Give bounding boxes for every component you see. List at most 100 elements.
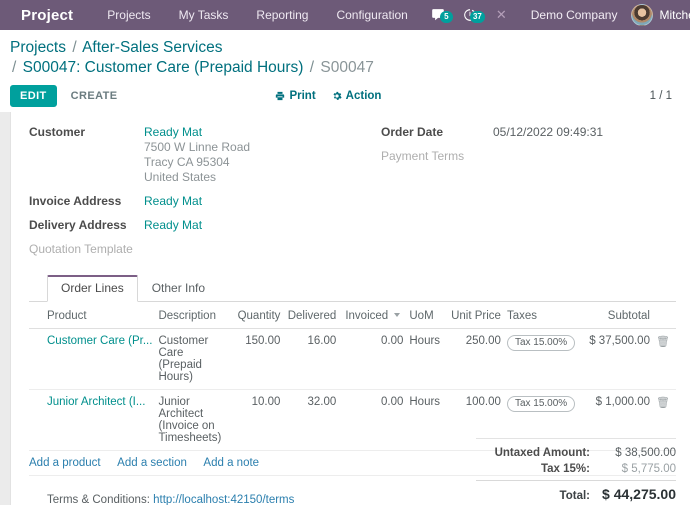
totals-row-total: Total: $ 44,275.00 [476,480,676,504]
column-header-quantity[interactable]: Quantity [233,304,287,329]
cell-delete[interactable]: 🗑 [655,328,676,390]
cell-taxes[interactable]: Tax 15.00% [506,328,586,390]
field-label-invoice-address: Invoice Address [29,194,122,208]
menu-item-projects[interactable]: Projects [93,0,164,30]
close-x-icon[interactable]: ✕ [486,7,517,23]
breadcrumb-item-order[interactable]: S00047: Customer Care (Prepaid Hours) [23,59,304,76]
tax-badge: Tax 15.00% [506,396,576,412]
cell-quantity[interactable]: 150.00 [233,328,287,390]
apps-grid-icon[interactable] [8,7,11,23]
field-value-order-date[interactable]: 05/12/2022 09:49:31 [493,124,603,140]
top-navbar: Project Projects My Tasks Reporting Conf… [0,0,690,30]
cell-product-link[interactable]: Junior Architect (I... [47,396,152,408]
totals-label-tax: Tax 15%: [540,463,590,475]
breadcrumb-line-2: / S00047: Customer Care (Prepaid Hours) … [10,58,680,77]
field-value-customer[interactable]: Ready Mat [144,124,250,140]
cell-invoiced[interactable]: 0.00 [342,328,410,390]
column-header-uom[interactable]: UoM [409,304,449,329]
cell-quantity[interactable]: 10.00 [233,389,287,451]
totals-value-untaxed: $ 38,500.00 [615,447,676,459]
trash-icon[interactable]: 🗑 [656,335,670,348]
form-left-column: Customer Ready Mat 7500 W Linne Road Tra… [29,124,369,265]
cell-subtotal: $ 37,500.00 [585,328,656,390]
field-label-customer: Customer [29,125,86,139]
column-header-unit-price[interactable]: Unit Price [448,304,507,329]
pager[interactable]: 1 / 1 [650,90,680,102]
add-a-section-link[interactable]: Add a section [117,457,187,469]
column-header-actions [655,304,676,329]
breadcrumb-item-after-sales-services[interactable]: After-Sales Services [82,39,222,56]
user-menu[interactable]: Mitche [631,4,690,26]
cell-unit-price[interactable]: 250.00 [448,328,507,390]
sheet-background: Customer Ready Mat 7500 W Linne Road Tra… [0,112,690,505]
edit-button[interactable]: EDIT [10,85,57,107]
field-order-date: Order Date 05/12/2022 09:49:31 [381,124,676,140]
messages-badge: 5 [439,11,453,23]
trash-icon[interactable]: 🗑 [656,396,670,409]
breadcrumb: Projects / After-Sales Services / S00047… [10,38,680,77]
add-a-note-link[interactable]: Add a note [203,457,259,469]
field-invoice-address: Invoice Address Ready Mat [29,193,369,209]
totals-value-tax: $ 5,775.00 [621,463,676,475]
column-header-product[interactable]: Product [29,304,159,329]
add-a-product-link[interactable]: Add a product [29,457,101,469]
cell-delivered[interactable]: 16.00 [286,328,343,390]
cell-product-link[interactable]: Customer Care (Pr... [47,335,152,347]
chevron-down-icon[interactable] [394,312,401,317]
cell-product[interactable]: Junior Architect (I... [29,389,159,451]
activities-menu[interactable]: 37 [454,8,486,23]
column-header-taxes[interactable]: Taxes [506,304,586,329]
field-value-invoice-address[interactable]: Ready Mat [144,193,202,209]
print-label: Print [289,90,316,102]
field-value-delivery-address[interactable]: Ready Mat [144,217,202,233]
field-delivery-address: Delivery Address Ready Mat [29,217,369,233]
user-avatar [631,4,654,26]
field-value-customer-group: Ready Mat 7500 W Linne Road Tracy CA 953… [144,124,250,185]
odoo-sales-order-page: Project Projects My Tasks Reporting Conf… [0,0,690,505]
form-right-column: Order Date 05/12/2022 09:49:31 Payment T… [369,124,676,265]
totals-block: Untaxed Amount: $ 38,500.00 Tax 15%: $ 5… [476,438,676,504]
cell-product[interactable]: Customer Care (Pr... [29,328,159,390]
company-switcher[interactable]: Demo Company [517,8,632,22]
terms-url-link[interactable]: http://localhost:42150/terms [153,494,294,505]
breadcrumb-item-current: S00047 [320,59,374,76]
control-panel: Projects / After-Sales Services / S00047… [0,30,690,114]
field-customer: Customer Ready Mat 7500 W Linne Road Tra… [29,124,369,185]
cell-delivered[interactable]: 32.00 [286,389,343,451]
table-row[interactable]: Customer Care (Pr... Customer Care (Prep… [29,328,676,390]
totals-value-total: $ 44,275.00 [602,486,676,502]
customer-address-line-1: 7500 W Linne Road [144,140,251,154]
field-label-order-date: Order Date [381,125,444,139]
field-label-quotation-template: Quotation Template [29,242,133,256]
activities-badge: 37 [469,11,485,23]
table-header-row: Product Description Quantity Delivered I… [29,304,676,329]
column-header-delivered[interactable]: Delivered [286,304,343,329]
tab-order-lines[interactable]: Order Lines [47,275,138,302]
action-dropdown[interactable]: Action [332,90,381,102]
cell-invoiced[interactable]: 0.00 [342,389,410,451]
menu-item-configuration[interactable]: Configuration [322,0,421,30]
create-button[interactable]: CREATE [61,85,128,107]
print-dropdown[interactable]: Print [275,90,316,102]
field-payment-terms: Payment Terms [381,148,676,164]
breadcrumb-separator-1: / [72,39,77,56]
menu-item-my-tasks[interactable]: My Tasks [165,0,243,30]
tab-other-info[interactable]: Other Info [138,275,219,302]
customer-address-line-3: United States [144,170,217,184]
menu-item-reporting[interactable]: Reporting [242,0,322,30]
totals-row-tax: Tax 15%: $ 5,775.00 [476,461,676,477]
cell-description[interactable]: Junior Architect (Invoice on Timesheets) [158,389,234,451]
cell-uom[interactable]: Hours [409,328,449,390]
column-header-subtotal[interactable]: Subtotal [585,304,656,329]
breadcrumb-separator-2: / [12,59,17,76]
breadcrumb-item-projects[interactable]: Projects [10,39,66,56]
totals-label-untaxed: Untaxed Amount: [494,447,590,459]
column-header-description[interactable]: Description [158,304,234,329]
cell-uom[interactable]: Hours [409,389,449,451]
column-header-invoiced-label: Invoiced [345,310,389,322]
gear-icon [333,91,342,100]
column-header-invoiced[interactable]: Invoiced [342,304,410,329]
messages-menu[interactable]: 5 [422,8,454,23]
cell-description[interactable]: Customer Care (Prepaid Hours) [158,328,234,390]
app-brand-project[interactable]: Project [21,7,73,24]
